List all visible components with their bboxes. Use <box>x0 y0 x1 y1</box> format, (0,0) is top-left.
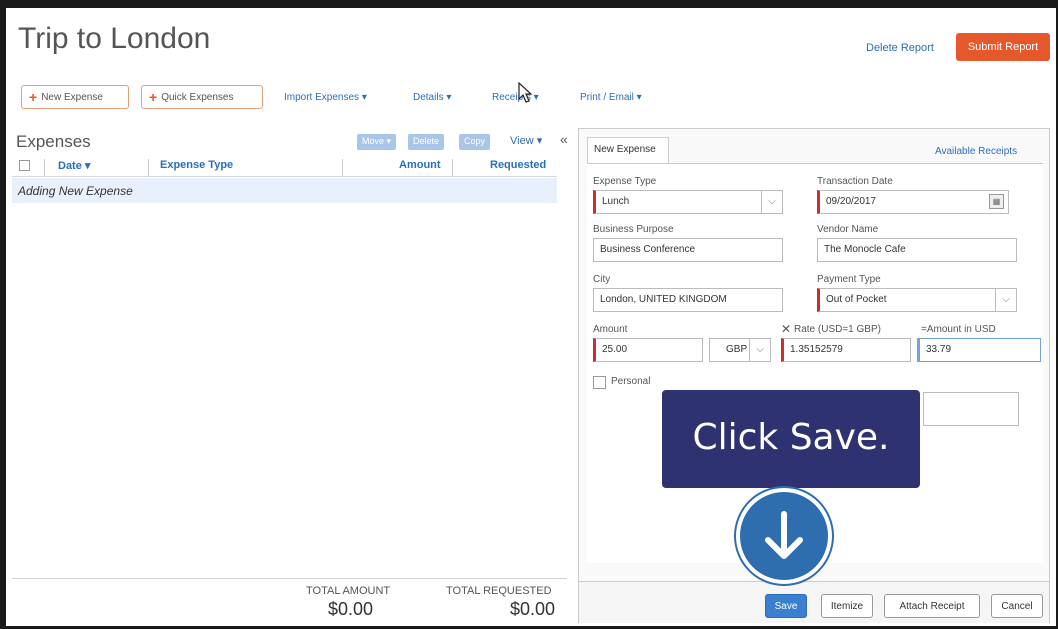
total-amount-value: $0.00 <box>328 599 374 619</box>
calendar-icon[interactable]: ▦ <box>989 194 1004 209</box>
column-amount[interactable]: Amount <box>399 159 441 171</box>
move-button[interactable]: Move ▾ <box>357 134 397 150</box>
column-requested[interactable]: Requested <box>490 159 546 171</box>
expenses-grid-header: Date ▾ Expense Type Amount Requested <box>12 155 557 177</box>
business-purpose-label: Business Purpose <box>593 224 674 235</box>
chevron-down-icon[interactable]: ⌵ <box>749 338 771 362</box>
amount-value: 25.00 <box>602 344 628 355</box>
amount-usd-field[interactable]: 33.79 <box>917 338 1041 362</box>
view-menu[interactable]: View ▾ <box>510 134 542 147</box>
mouse-cursor-icon <box>518 82 533 103</box>
quick-expenses-button[interactable]: + Quick Expenses <box>141 85 263 109</box>
delete-button[interactable]: Delete <box>408 134 445 150</box>
attach-receipt-button[interactable]: Attach Receipt <box>884 594 980 618</box>
column-date[interactable]: Date ▾ <box>58 159 90 172</box>
city-label: City <box>593 274 611 285</box>
cancel-button[interactable]: Cancel <box>991 594 1043 618</box>
rate-value: 1.35152579 <box>790 344 843 355</box>
column-divider <box>342 159 343 177</box>
multiply-icon: ✕ <box>781 322 792 336</box>
business-purpose-value: Business Conference <box>600 244 696 255</box>
amount-usd-label: =Amount in USD <box>921 324 996 335</box>
amount-label: Amount <box>593 324 628 335</box>
new-expense-button[interactable]: + New Expense <box>21 85 129 109</box>
tab-new-expense[interactable]: New Expense <box>587 137 669 164</box>
details-menu[interactable]: Details ▾ <box>413 92 451 103</box>
vendor-name-field[interactable]: The Monocle Cafe <box>817 238 1017 262</box>
payment-type-value: Out of Pocket <box>826 294 887 305</box>
new-expense-label: New Expense <box>41 91 103 103</box>
print-email-menu[interactable]: Print / Email ▾ <box>580 92 642 103</box>
save-button[interactable]: Save <box>765 594 807 618</box>
collapse-pane-icon[interactable]: « <box>560 131 568 147</box>
arrow-down-circle-icon <box>736 488 832 584</box>
expenses-pane: Expenses Move ▾ Delete Copy View ▾ « Dat… <box>12 128 568 619</box>
plus-icon: + <box>149 89 158 105</box>
expenses-title: Expenses <box>16 132 91 151</box>
currency-value: GBP <box>726 344 748 355</box>
column-divider <box>452 159 453 177</box>
amount-field[interactable]: 25.00 <box>593 338 703 362</box>
totals-bar: TOTAL AMOUNT $0.00 TOTAL REQUESTED $0.00 <box>12 578 567 620</box>
transaction-date-value: 09/20/2017 <box>826 196 877 207</box>
transaction-date-label: Transaction Date <box>817 176 893 187</box>
rate-label: Rate (USD=1 GBP) <box>794 324 881 335</box>
total-requested-label: TOTAL REQUESTED <box>446 585 552 597</box>
column-expense-type[interactable]: Expense Type <box>160 159 233 171</box>
payment-type-label: Payment Type <box>817 274 881 285</box>
amount-usd-value: 33.79 <box>926 344 952 355</box>
tutorial-callout: Click Save. <box>662 390 920 488</box>
itemize-button[interactable]: Itemize <box>821 594 873 618</box>
expense-type-value: Lunch <box>602 196 630 207</box>
comment-field[interactable] <box>923 392 1019 426</box>
form-footer: Save Itemize Attach Receipt Cancel <box>579 581 1049 623</box>
personal-label: Personal <box>611 376 651 387</box>
chevron-down-icon[interactable]: ⌵ <box>761 190 783 214</box>
column-divider <box>148 159 149 177</box>
delete-report-link[interactable]: Delete Report <box>866 42 934 54</box>
payment-type-select[interactable]: Out of Pocket ⌵ <box>817 288 1017 312</box>
vendor-name-label: Vendor Name <box>817 224 879 235</box>
expense-type-label: Expense Type <box>593 176 657 187</box>
available-receipts-link[interactable]: Available Receipts <box>935 146 1017 157</box>
copy-button[interactable]: Copy <box>459 134 491 150</box>
transaction-date-field[interactable]: 09/20/2017 ▦ <box>817 190 1009 214</box>
total-requested-value: $0.00 <box>510 599 556 619</box>
page-title: Trip to London <box>18 22 211 55</box>
submit-report-button[interactable]: Submit Report <box>956 33 1050 61</box>
adding-new-expense-row[interactable]: Adding New Expense <box>12 178 557 203</box>
personal-checkbox[interactable] <box>593 376 606 389</box>
city-value: London, UNITED KINGDOM <box>600 294 727 305</box>
business-purpose-field[interactable]: Business Conference <box>593 238 783 262</box>
total-amount-label: TOTAL AMOUNT <box>306 585 391 597</box>
column-divider <box>44 159 45 177</box>
quick-expenses-label: Quick Expenses <box>161 91 234 103</box>
plus-icon: + <box>29 89 38 105</box>
vendor-name-value: The Monocle Cafe <box>824 244 906 255</box>
app-frame: Trip to London Delete Report Submit Repo… <box>6 8 1056 626</box>
select-all-checkbox[interactable] <box>19 160 30 171</box>
expense-type-select[interactable]: Lunch ⌵ <box>593 190 783 214</box>
city-field[interactable]: London, UNITED KINGDOM <box>593 288 783 312</box>
import-expenses-menu[interactable]: Import Expenses ▾ <box>284 92 367 103</box>
currency-select[interactable]: GBP ⌵ <box>709 338 771 362</box>
chevron-down-icon[interactable]: ⌵ <box>995 288 1017 312</box>
rate-field[interactable]: 1.35152579 <box>781 338 911 362</box>
